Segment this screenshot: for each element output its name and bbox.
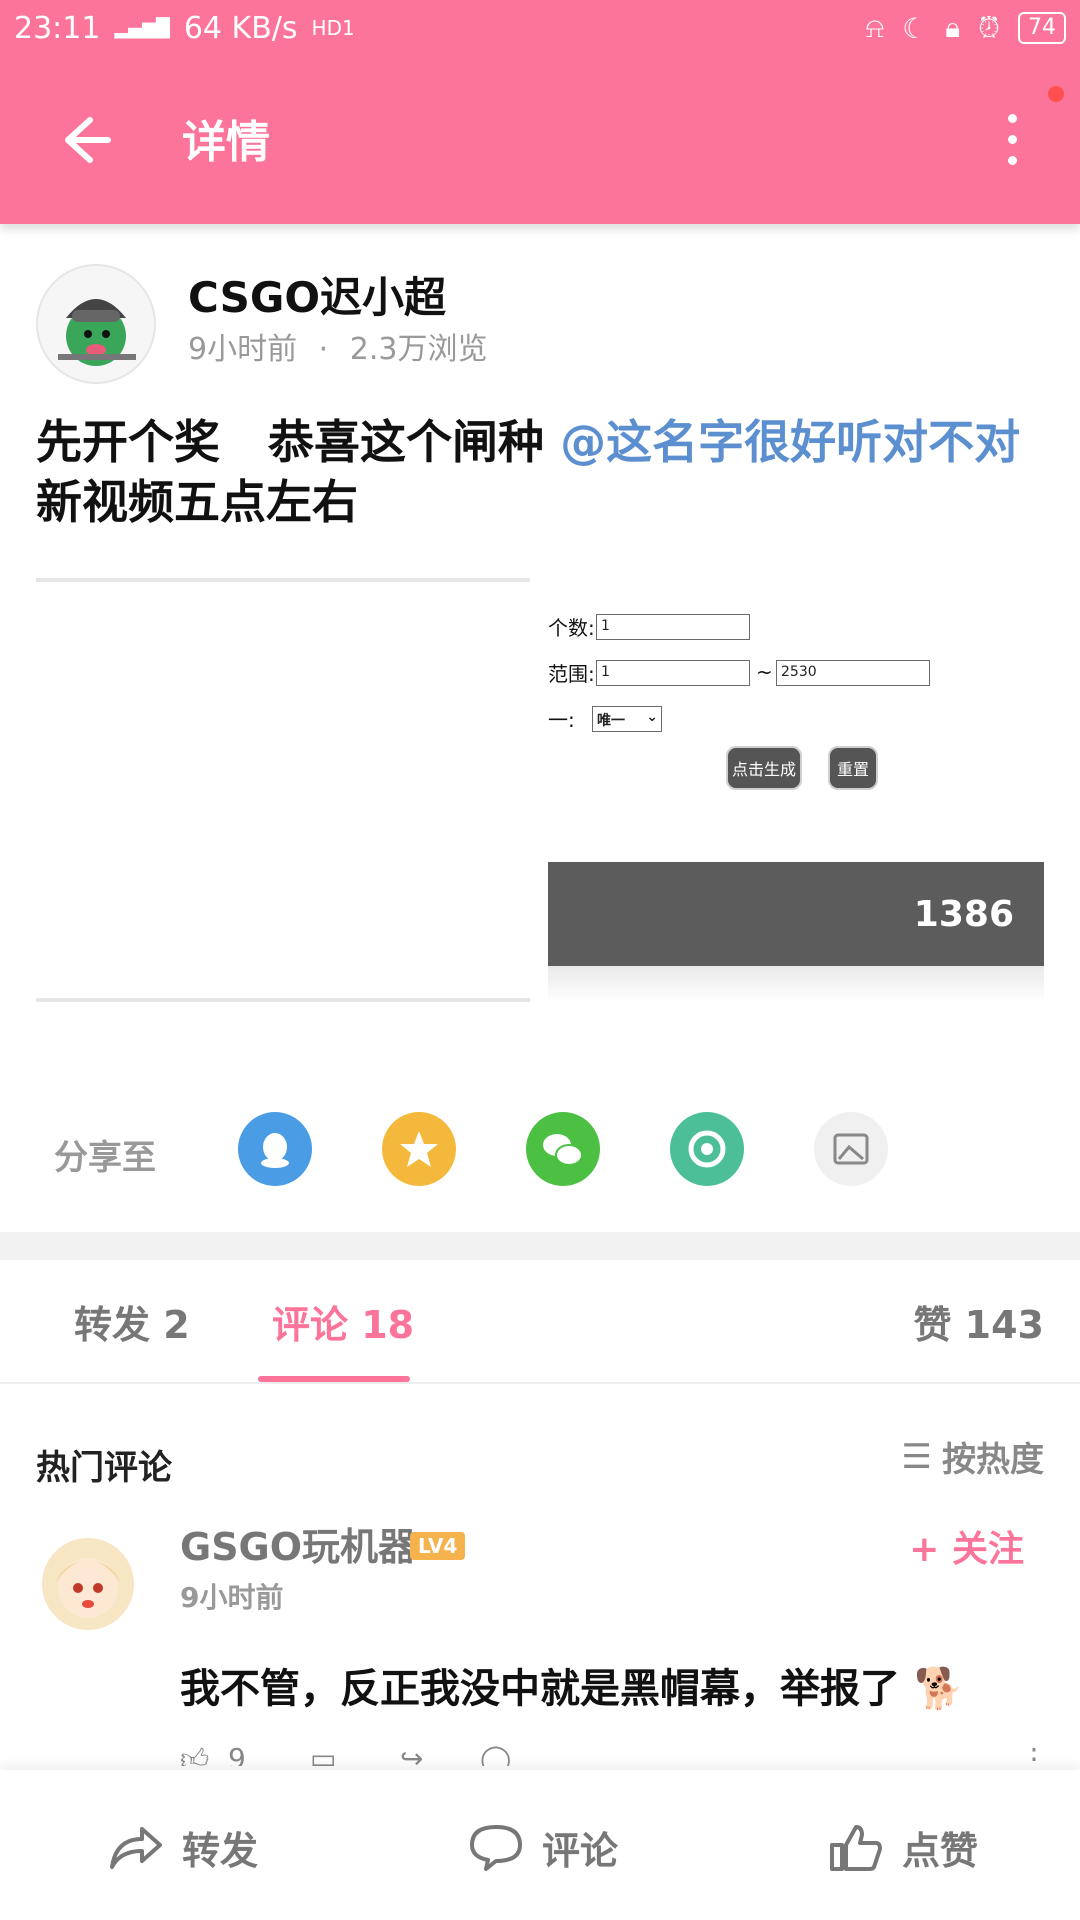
label-unique: 一:	[548, 708, 575, 732]
comment-label: 评论	[542, 1829, 619, 1873]
count-field: 1	[596, 614, 750, 640]
commenter-name[interactable]: GSGO玩机器	[180, 1516, 416, 1571]
menu-lines-icon: ☰	[901, 1436, 932, 1477]
unique-select-value: 唯一	[597, 713, 625, 729]
range-from-field: 1	[596, 660, 750, 686]
section-divider	[0, 1232, 1080, 1260]
more-options-button[interactable]	[1000, 114, 1024, 170]
tab-comments[interactable]: 评论 18	[272, 1294, 414, 1349]
qzone-icon[interactable]	[382, 1112, 456, 1186]
doge-emoji-icon: 🐕	[913, 1666, 964, 1712]
image-blank-panel	[36, 578, 530, 1002]
notification-dot	[1048, 86, 1064, 102]
active-tab-indicator	[258, 1376, 410, 1382]
hot-comments-title: 热门评论	[36, 1448, 172, 1488]
back-button[interactable]	[50, 108, 114, 172]
comment-text: 我不管，反正我没中就是黑帽幕，举报了 🐕	[180, 1656, 964, 1714]
hd-badge: HD1	[311, 16, 355, 40]
share-arrow-icon[interactable]: ↪	[400, 1742, 423, 1766]
signal-icon: ▂▄▆█	[114, 17, 170, 39]
like-label: 点赞	[902, 1829, 979, 1873]
meta-separator: ·	[318, 332, 329, 367]
result-shadow	[548, 966, 1044, 1002]
comment-time: 9小时前	[180, 1581, 284, 1614]
comment-actions: 👍︎ 9 ▭ ↪ ◯ ⋮	[180, 1742, 1040, 1766]
vibrate-icon: ⍾	[865, 11, 885, 44]
post-time: 9小时前	[188, 332, 298, 367]
like-action[interactable]: 点赞	[828, 1820, 978, 1875]
tab-forward[interactable]: 转发 2	[74, 1294, 190, 1349]
like-count: 9	[228, 1742, 246, 1766]
bookmark-icon[interactable]: ▭	[310, 1742, 336, 1766]
tab-bar: 转发 2 评论 18 赞 143	[0, 1260, 1080, 1384]
post-author: CSGO迟小超 9小时前 · 2.3万浏览	[36, 264, 1036, 384]
tab-likes[interactable]: 赞 143	[913, 1294, 1044, 1349]
post-text-line2: 新视频五点左右	[36, 475, 358, 529]
moon-icon: ☾	[902, 11, 928, 45]
image-form-panel: 个数: 1 范围: 1 ~ 2530 一: 唯一 ⌄ 点击生成 重置 1386	[548, 578, 1044, 1002]
post-image[interactable]: 个数: 1 范围: 1 ~ 2530 一: 唯一 ⌄ 点击生成 重置 1386	[36, 578, 1044, 1002]
page-title: 详情	[182, 117, 270, 168]
author-avatar[interactable]	[36, 264, 156, 384]
mention-link[interactable]: @这名字很好听对不对	[560, 415, 1020, 469]
comment-bubble-icon	[470, 1824, 522, 1871]
moments-icon[interactable]	[670, 1112, 744, 1186]
comment-item: GSGO玩机器 LV4 + 关注 9小时前 我不管，反正我没中就是黑帽幕，举报了…	[0, 1516, 1080, 1766]
comment-more-icon[interactable]: ⋮	[1020, 1742, 1040, 1766]
sort-button[interactable]: ☰ 按热度	[902, 1432, 1044, 1481]
reset-button: 重置	[830, 748, 876, 788]
result-value: 1386	[548, 862, 1044, 966]
chevron-down-icon: ⌄	[646, 709, 658, 725]
post-text: 先开个奖 恭喜这个闸种 @这名字很好听对不对 新视频五点左右	[36, 412, 1046, 532]
follow-button[interactable]: + 关注	[909, 1520, 1024, 1572]
lock-icon: 🔒︎	[945, 11, 961, 44]
label-count: 个数:	[548, 616, 595, 640]
gallery-icon[interactable]	[814, 1112, 888, 1186]
thumb-up-icon[interactable]: 👍︎	[180, 1742, 209, 1766]
thumb-up-icon	[830, 1824, 882, 1871]
wechat-icon[interactable]	[526, 1112, 600, 1186]
anime-girl-icon	[56, 1558, 120, 1618]
status-time: 23:11	[14, 10, 101, 46]
app-bar: 详情	[0, 56, 1080, 224]
post-text-line1: 先开个奖 恭喜这个闸种	[36, 415, 561, 469]
alarm-icon: ⏰︎	[978, 11, 1000, 44]
share-row: 分享至	[0, 1110, 1080, 1190]
post-meta: 9小时前 · 2.3万浏览	[188, 324, 487, 368]
bottom-action-bar: 转发 评论 点赞	[0, 1770, 1080, 1920]
more-dot	[1007, 114, 1017, 123]
qq-icon[interactable]	[238, 1112, 312, 1186]
share-label: 分享至	[54, 1138, 156, 1178]
label-range: 范围:	[548, 662, 595, 686]
level-badge: LV4	[410, 1532, 466, 1560]
forward-action[interactable]: 转发	[108, 1820, 258, 1875]
sort-label: 按热度	[942, 1440, 1044, 1480]
status-bar: 23:11 ▂▄▆█ 64 KB/s HD1 ⍾ ☾ 🔒︎ ⏰︎ 74	[0, 0, 1080, 56]
arrow-left-icon	[65, 117, 111, 163]
range-separator: ~	[756, 660, 773, 684]
author-name[interactable]: CSGO迟小超	[188, 264, 446, 325]
more-dot	[1007, 156, 1017, 165]
reply-icon[interactable]: ◯	[480, 1742, 511, 1766]
share-icon	[110, 1826, 162, 1869]
more-dot	[1007, 135, 1017, 144]
unique-select: 唯一 ⌄	[592, 706, 662, 732]
comment-action[interactable]: 评论	[468, 1820, 618, 1875]
comment-text-body: 我不管，反正我没中就是黑帽幕，举报了	[180, 1666, 900, 1712]
range-to-field: 2530	[776, 660, 930, 686]
battery-indicator: 74	[1018, 12, 1066, 44]
post-views: 2.3万浏览	[349, 332, 488, 367]
commenter-avatar[interactable]	[42, 1538, 134, 1630]
generate-button: 点击生成	[728, 748, 800, 788]
forward-label: 转发	[182, 1829, 259, 1873]
network-speed: 64 KB/s	[183, 10, 298, 46]
cartoon-soldier-icon	[58, 299, 136, 366]
